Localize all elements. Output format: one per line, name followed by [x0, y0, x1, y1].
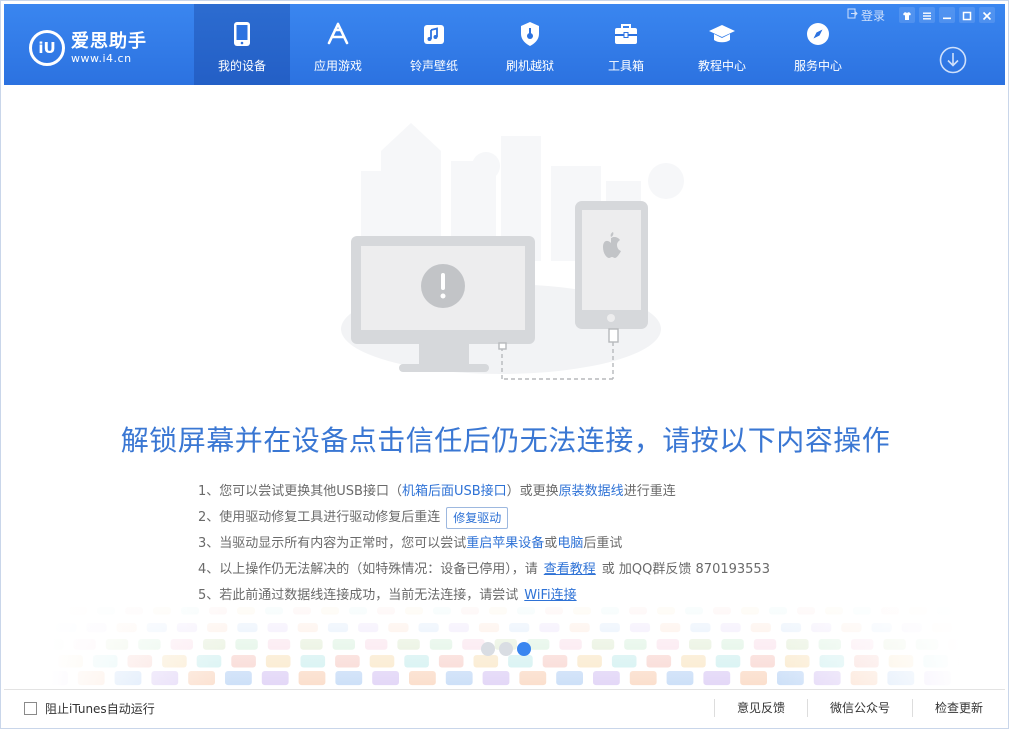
- pager-dot-active[interactable]: [517, 642, 531, 656]
- block-itunes-label: 阻止iTunes自动运行: [45, 702, 155, 716]
- troubleshooting-steps: 1、您可以尝试更换其他USB接口（ 机箱后面USB接口 ）或更换 原装数据线 进…: [198, 479, 898, 609]
- view-tutorial-link[interactable]: 查看教程: [544, 559, 596, 581]
- skin-button[interactable]: [899, 7, 915, 23]
- minimize-icon: [942, 6, 952, 25]
- nav-flash-jailbreak[interactable]: 刷机越狱: [482, 4, 578, 85]
- step-3: 3、当驱动显示所有内容为正常时，您可以尝试 重启苹果设备 或 电脑 后重试: [198, 531, 898, 557]
- app-window: iU 爱思助手 www.i4.cn 我的设备 应用游戏 铃声壁纸 刷机越狱 工具…: [0, 0, 1009, 729]
- page-title: 解锁屏幕并在设备点击信任后仍无法连接，请按以下内容操作: [120, 424, 891, 457]
- maximize-icon: [962, 6, 972, 25]
- nav-label: 应用游戏: [313, 59, 362, 73]
- graduation-cap-icon: [708, 20, 736, 48]
- nav-label: 教程中心: [697, 59, 746, 73]
- brand-logo: iU 爱思助手 www.i4.cn: [29, 26, 169, 70]
- login-icon: [847, 8, 858, 22]
- wechat-account-button[interactable]: 微信公众号: [806, 699, 912, 717]
- disconnected-illustration: [301, 111, 701, 401]
- toolbox-icon: [612, 20, 640, 48]
- checkbox-box[interactable]: [24, 702, 37, 715]
- download-icon: [939, 46, 967, 78]
- nav-toolbox[interactable]: 工具箱: [578, 4, 674, 85]
- maximize-button[interactable]: [959, 7, 975, 23]
- login-button[interactable]: 登录: [847, 7, 885, 24]
- pager-dot[interactable]: [499, 642, 513, 656]
- close-button[interactable]: [979, 7, 995, 23]
- pager-dot[interactable]: [481, 642, 495, 656]
- shield-icon: [516, 20, 544, 48]
- music-icon: [420, 20, 448, 48]
- nav-apps-games[interactable]: 应用游戏: [290, 4, 386, 85]
- nav-label: 工具箱: [607, 59, 644, 73]
- brand-mark-icon: iU: [29, 30, 65, 66]
- block-itunes-checkbox[interactable]: 阻止iTunes自动运行: [24, 700, 155, 717]
- rear-usb-port-link[interactable]: 机箱后面USB接口: [402, 481, 507, 503]
- iphone-icon: [575, 201, 648, 329]
- main-nav: 我的设备 应用游戏 铃声壁纸 刷机越狱 工具箱 教程中心 服务中心: [194, 4, 866, 85]
- step-1: 1、您可以尝试更换其他USB接口（ 机箱后面USB接口 ）或更换 原装数据线 进…: [198, 479, 898, 505]
- phone-icon: [228, 20, 256, 48]
- nav-ringtones-wallpapers[interactable]: 铃声壁纸: [386, 4, 482, 85]
- login-label: 登录: [860, 8, 885, 23]
- check-update-button[interactable]: 检查更新: [911, 699, 1005, 717]
- carousel-pager: [479, 642, 533, 656]
- status-actions: 意见反馈 微信公众号 检查更新: [713, 690, 1005, 726]
- shirt-icon: [902, 6, 912, 25]
- step-2: 2、使用驱动修复工具进行驱动修复后重连 修复驱动: [198, 505, 898, 531]
- repair-driver-button[interactable]: 修复驱动: [446, 507, 509, 529]
- restart-computer-link[interactable]: 电脑: [557, 533, 583, 555]
- nav-label: 服务中心: [793, 59, 842, 73]
- compass-icon: [804, 20, 832, 48]
- nav-label: 铃声壁纸: [409, 59, 458, 73]
- status-bar: 阻止iTunes自动运行 意见反馈 微信公众号 检查更新: [4, 689, 1005, 726]
- restart-apple-device-link[interactable]: 重启苹果设备: [466, 533, 544, 555]
- brand-name: 爱思助手: [71, 30, 147, 52]
- step-4: 4、以上操作仍无法解决的（如特殊情况：设备已停用），请 查看教程 或 加QQ群反…: [198, 557, 898, 583]
- top-bar: iU 爱思助手 www.i4.cn 我的设备 应用游戏 铃声壁纸 刷机越狱 工具…: [4, 4, 1005, 85]
- nav-label: 我的设备: [217, 59, 266, 73]
- list-icon: [922, 6, 932, 25]
- download-button[interactable]: [939, 46, 967, 74]
- menu-button[interactable]: [919, 7, 935, 23]
- close-icon: [982, 6, 992, 25]
- nav-my-device[interactable]: 我的设备: [194, 4, 290, 85]
- nav-tutorials[interactable]: 教程中心: [674, 4, 770, 85]
- app-store-icon: [324, 20, 352, 48]
- window-controls: 登录: [847, 7, 995, 23]
- original-cable-link[interactable]: 原装数据线: [559, 481, 624, 503]
- brand-url: www.i4.cn: [71, 51, 132, 65]
- feedback-button[interactable]: 意见反馈: [713, 699, 807, 717]
- nav-label: 刷机越狱: [505, 59, 554, 73]
- minimize-button[interactable]: [939, 7, 955, 23]
